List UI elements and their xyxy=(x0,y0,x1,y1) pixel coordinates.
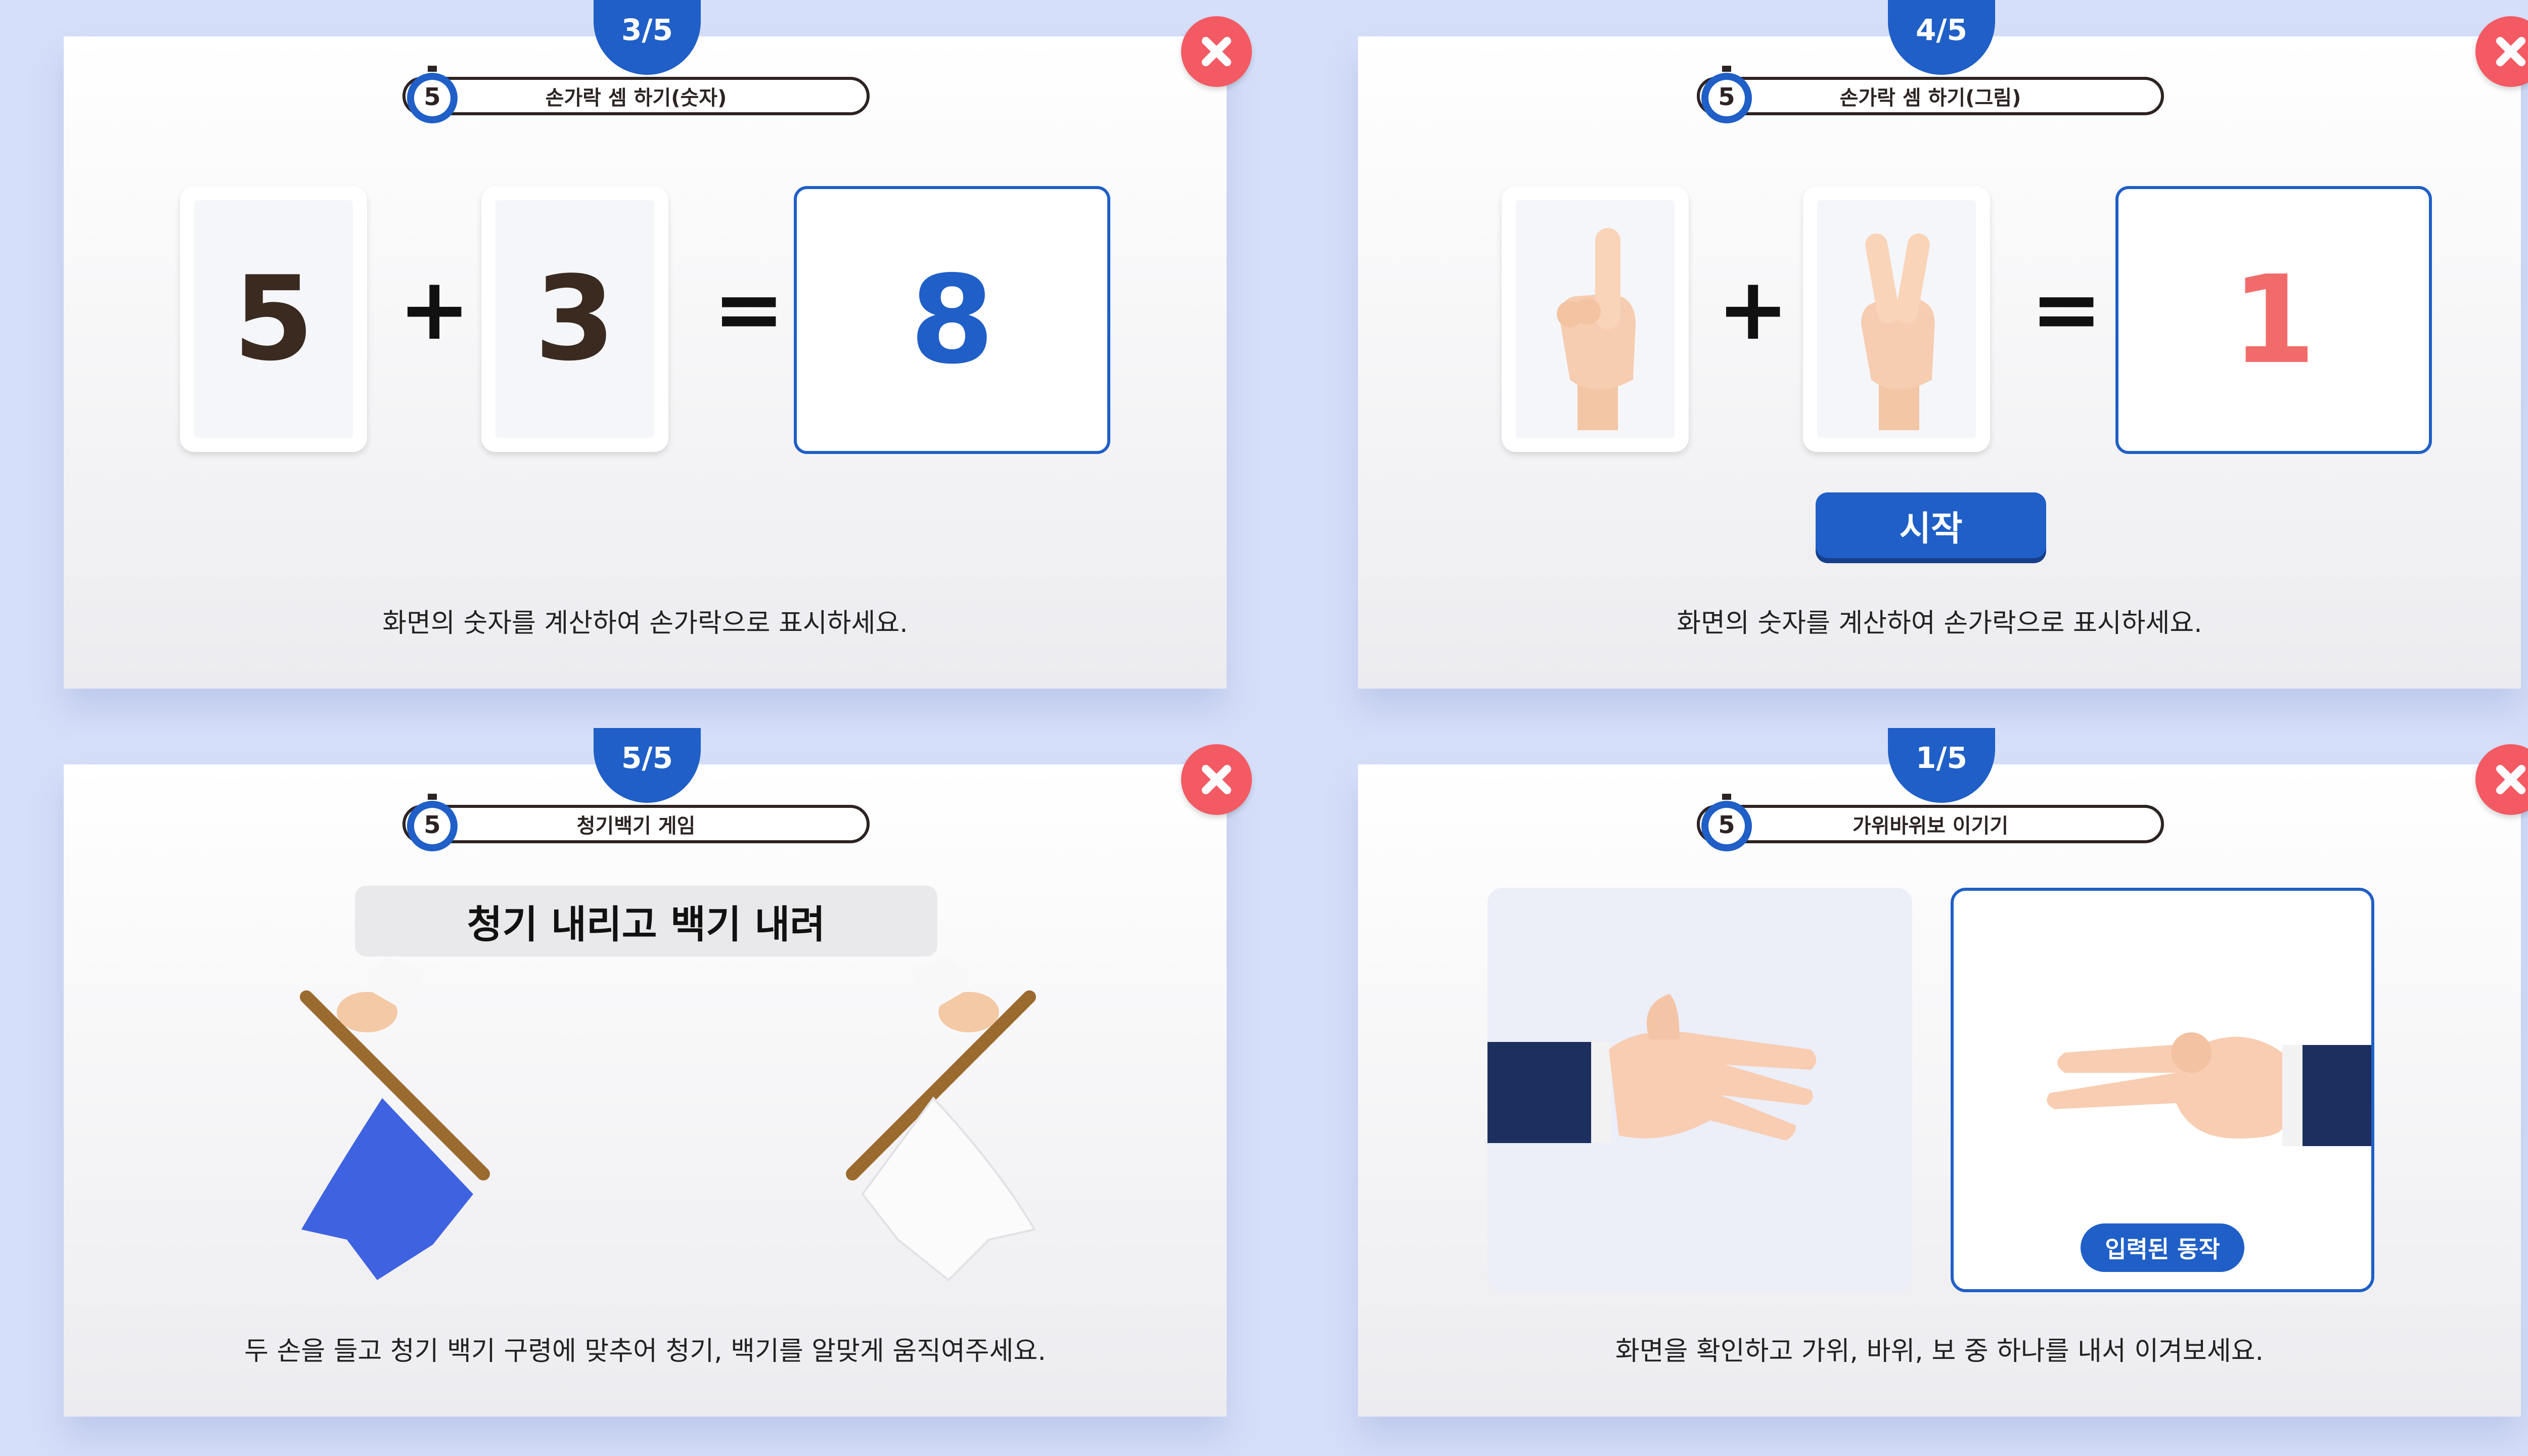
timer-icon: 5 xyxy=(1697,65,1756,124)
close-icon xyxy=(2496,37,2525,66)
progress-badge: 1/5 xyxy=(1888,728,1995,803)
close-button[interactable] xyxy=(1181,16,1252,87)
scissors-hand-icon xyxy=(2047,1032,2371,1146)
game-panel-rock-paper-scissors: 1/5 가위바위보 이기기 5 입력된 동작 화면을 확인하고 가위, 바위, … xyxy=(1358,728,2528,1417)
operand-card-a xyxy=(1502,186,1689,452)
progress-badge: 5/5 xyxy=(594,728,701,803)
answer-box: 8 xyxy=(794,186,1110,454)
two-finger-hand-icon xyxy=(1861,234,1935,430)
operand-a: 5 xyxy=(194,200,353,438)
game-title: 손가락 셈 하기(숫자) xyxy=(402,77,870,115)
equals-operator: = xyxy=(713,259,785,359)
instruction-text: 두 손을 들고 청기 백기 구령에 맞추어 청기, 백기를 알맞게 움직여주세요… xyxy=(244,1336,1046,1367)
white-flag-icon xyxy=(846,957,1036,1282)
progress-badge: 4/5 xyxy=(1888,0,1995,75)
timer-icon: 5 xyxy=(1697,793,1756,852)
game-title: 가위바위보 이기기 xyxy=(1697,805,2164,843)
close-button[interactable] xyxy=(2475,744,2528,815)
blue-flag-icon xyxy=(300,957,490,1280)
timer-icon: 5 xyxy=(402,793,462,852)
plus-operator: + xyxy=(1717,259,1789,359)
timer-icon: 5 xyxy=(402,65,462,124)
close-button[interactable] xyxy=(1181,744,1252,815)
instruction-text: 화면의 숫자를 계산하여 손가락으로 표시하세요. xyxy=(1677,608,2202,639)
plus-operator: + xyxy=(398,259,471,359)
operand-card-b: 3 xyxy=(481,186,668,452)
start-button[interactable]: 시작 xyxy=(1816,492,2046,558)
player-hand-card: 입력된 동작 xyxy=(1951,888,2374,1292)
game-panel-finger-count-numbers: 3/5 손가락 셈 하기(숫자) 5 5 + 3 = 8 화면의 숫자를 계산하… xyxy=(64,0,1252,689)
paper-hand-icon xyxy=(1487,994,1816,1143)
timer-value: 5 xyxy=(424,811,441,839)
game-panel-finger-count-pictures: 4/5 손가락 셈 하기(그림) 5 + = 1 시작 화면의 숫자를 계산하여… xyxy=(1358,0,2528,689)
operand-b: 3 xyxy=(495,200,654,438)
close-icon xyxy=(1202,765,1231,794)
computer-hand-card xyxy=(1487,888,1912,1292)
operand-card-a: 5 xyxy=(180,186,367,452)
command-banner: 청기 내리고 백기 내려 xyxy=(355,886,937,957)
progress-badge: 3/5 xyxy=(594,0,701,75)
input-status-badge: 입력된 동작 xyxy=(2081,1223,2244,1272)
game-title: 청기백기 게임 xyxy=(402,805,870,843)
close-icon xyxy=(2496,765,2525,794)
close-button[interactable] xyxy=(2475,16,2528,87)
instruction-text: 화면의 숫자를 계산하여 손가락으로 표시하세요. xyxy=(382,608,908,639)
game-title: 손가락 셈 하기(그림) xyxy=(1697,77,2164,115)
timer-value: 5 xyxy=(1718,811,1735,839)
timer-value: 5 xyxy=(424,83,441,111)
answer-box: 1 xyxy=(2115,186,2432,454)
equals-operator: = xyxy=(2030,259,2103,359)
one-finger-hand-icon xyxy=(1557,228,1636,430)
close-icon xyxy=(1202,37,1231,66)
game-panel-flag-game: 5/5 청기백기 게임 5 청기 내리고 백기 내려 두 손을 들고 청기 백기… xyxy=(64,728,1252,1417)
instruction-text: 화면을 확인하고 가위, 바위, 보 중 하나를 내서 이겨보세요. xyxy=(1615,1336,2264,1367)
operand-card-b xyxy=(1803,186,1990,452)
timer-value: 5 xyxy=(1718,83,1735,111)
